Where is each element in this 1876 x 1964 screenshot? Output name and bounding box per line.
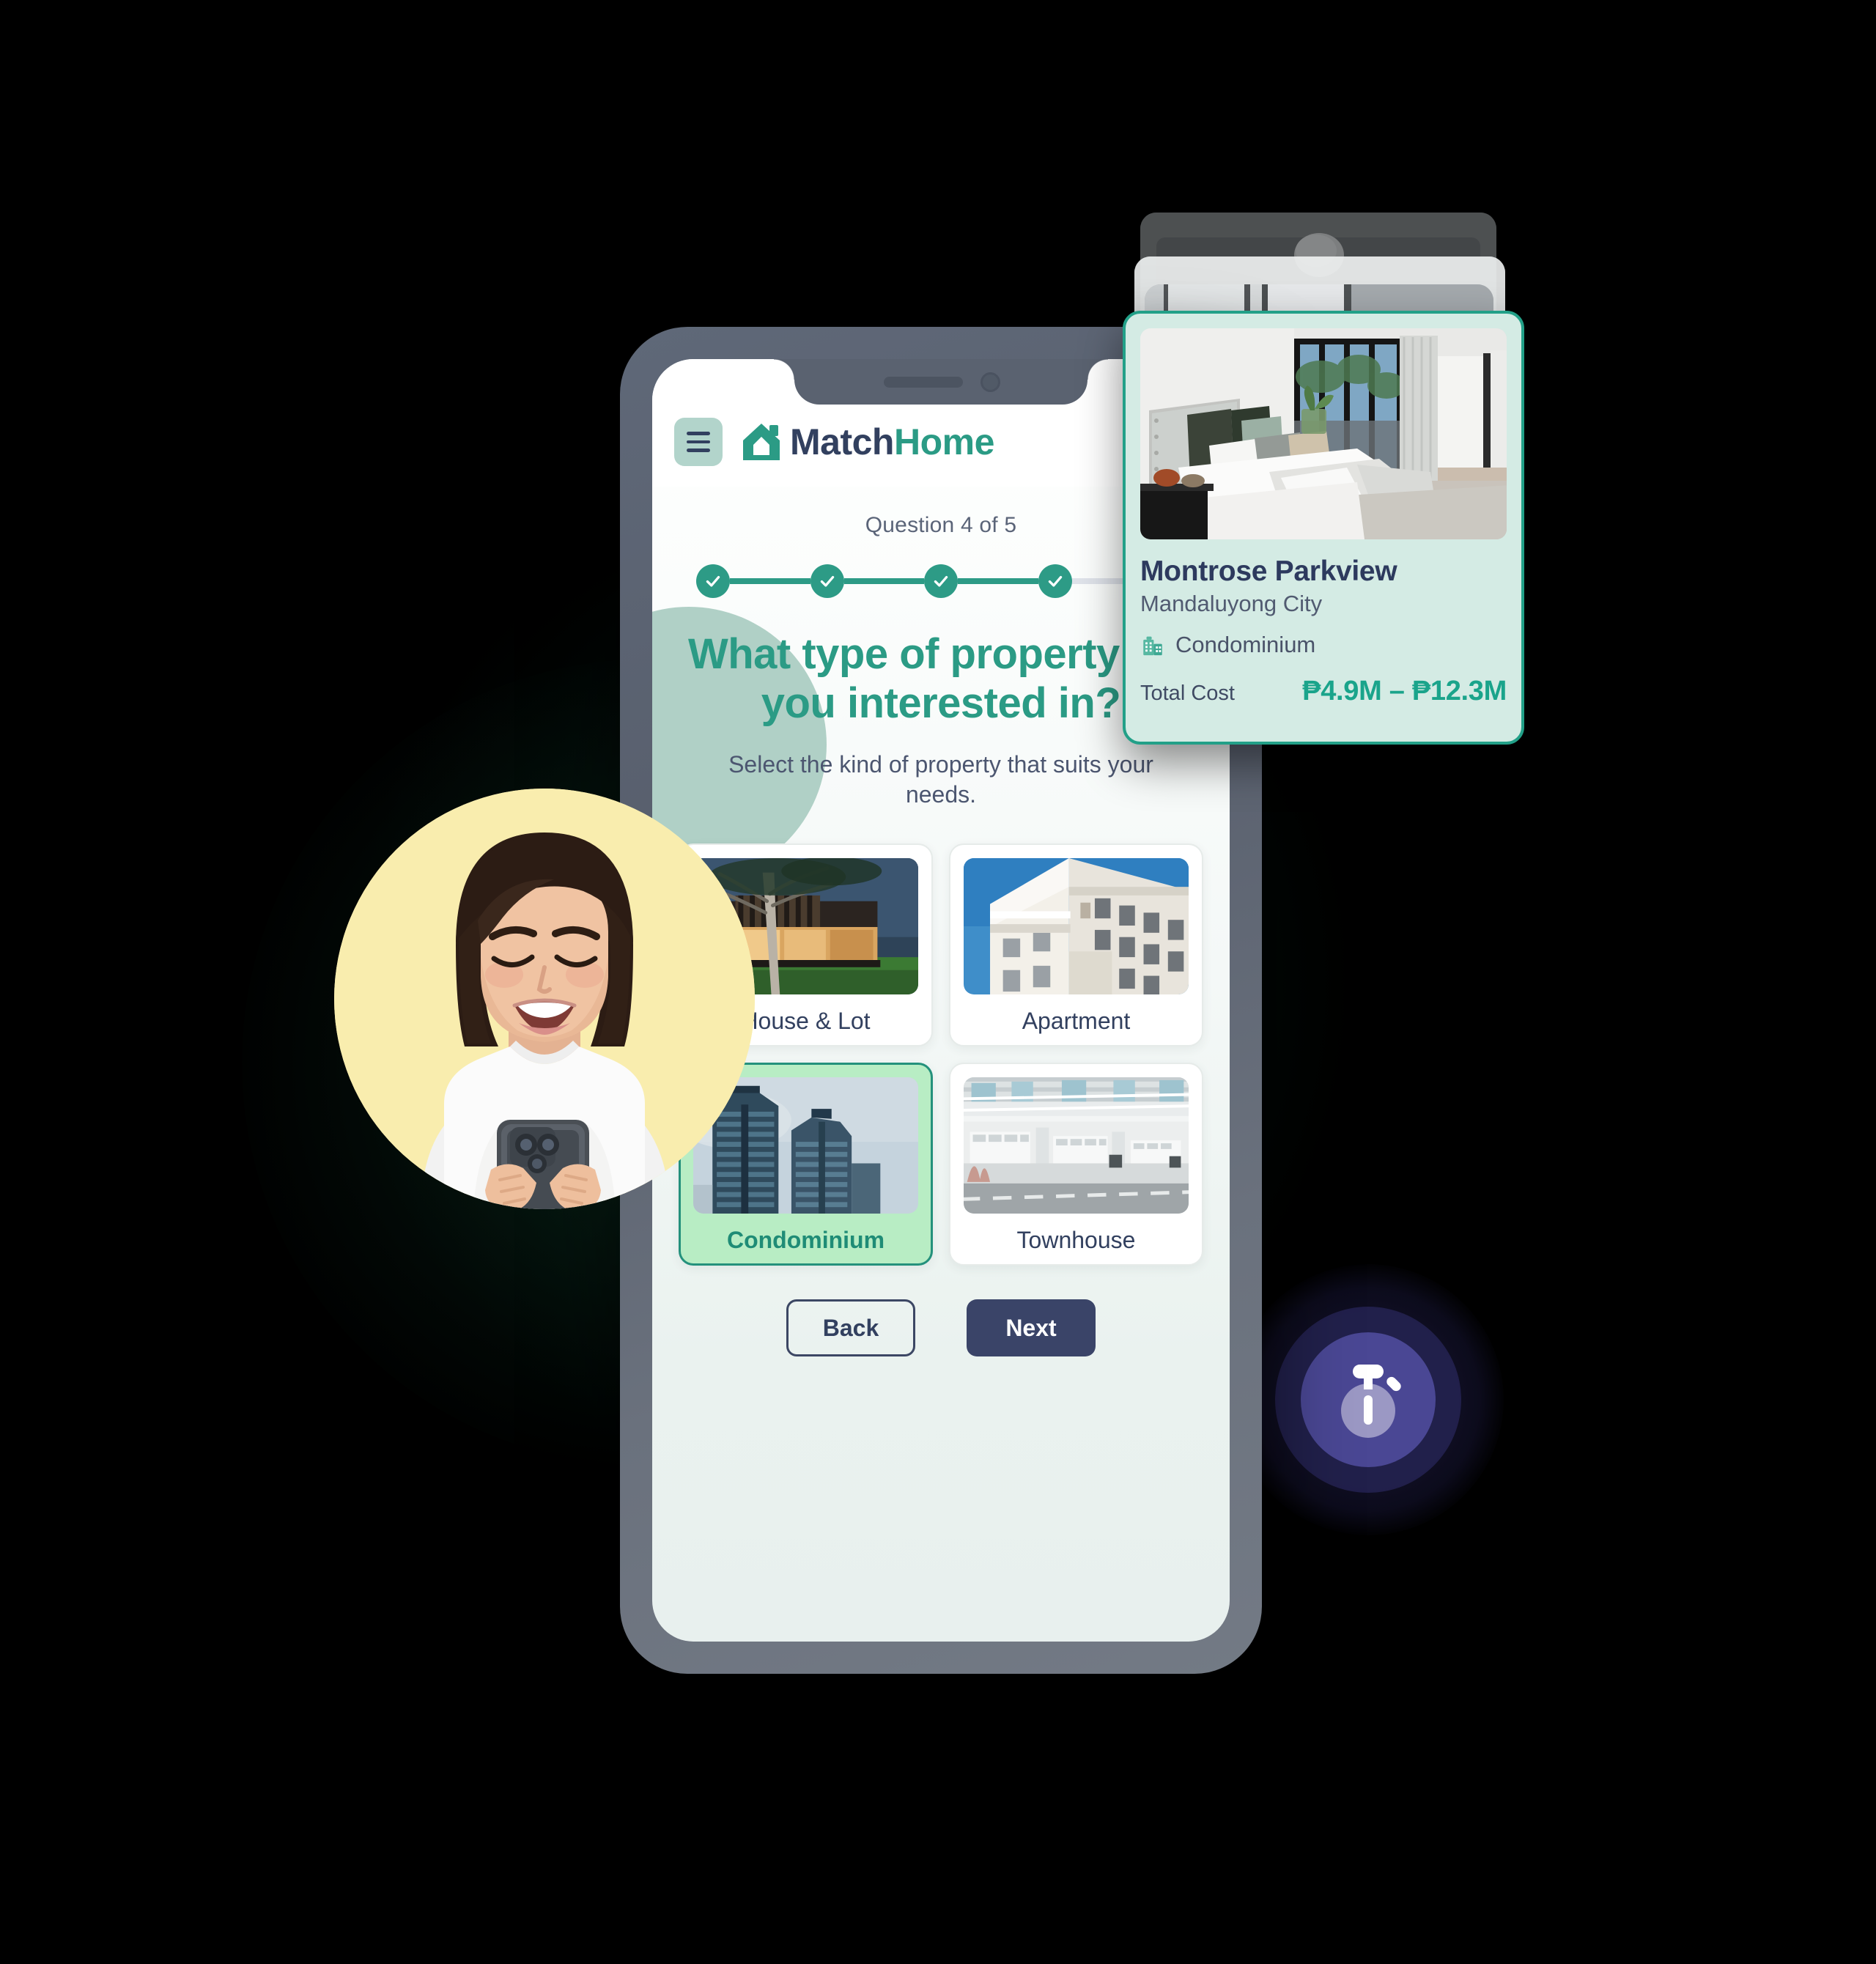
option-image-apartment: [964, 858, 1189, 995]
progress-segment-1: [730, 578, 810, 584]
progress-step-3[interactable]: [924, 564, 958, 598]
progress-segment-2: [843, 578, 924, 584]
option-card-townhouse[interactable]: Townhouse: [949, 1063, 1203, 1266]
property-card-cost-label: Total Cost: [1140, 682, 1235, 705]
question-subtitle: Select the kind of property that suits y…: [728, 751, 1153, 808]
property-card-type-label: Condominium: [1175, 632, 1316, 657]
front-camera-icon: [981, 372, 1000, 392]
back-button[interactable]: Back: [786, 1299, 915, 1357]
page-root: MatchHome Question 4 of 5 What type of p…: [0, 0, 1876, 1964]
option-card-apartment[interactable]: Apartment: [949, 843, 1203, 1047]
progress-step-1[interactable]: [696, 564, 730, 598]
brand-logo-group[interactable]: MatchHome: [740, 421, 994, 463]
brand-home-text: Home: [893, 421, 994, 462]
property-type-options: House & Lot Apartment Condominium Townho…: [679, 843, 1203, 1266]
property-card-type-row: Condominium: [1140, 632, 1507, 658]
building-icon: [1143, 636, 1162, 656]
option-label-townhouse: Townhouse: [1016, 1227, 1136, 1254]
townhouse-row-photo: [964, 1077, 1189, 1214]
apartment-building-photo: [964, 858, 1189, 995]
progress-step-2[interactable]: [810, 564, 844, 598]
house-icon: [743, 424, 780, 460]
question-title-line1: What type of property are: [687, 630, 1194, 678]
progress-stepper: [696, 564, 1186, 598]
check-icon: [1048, 575, 1062, 587]
hamburger-menu-button[interactable]: [674, 418, 723, 466]
stopwatch-icon: [1329, 1360, 1408, 1439]
property-card-city: Mandaluyong City: [1140, 591, 1323, 616]
stopwatch-badge[interactable]: [1301, 1332, 1436, 1467]
check-icon: [706, 575, 720, 587]
property-card-cost-value: ₱4.9M – ₱12.3M: [1302, 676, 1507, 706]
speaker-grille: [884, 377, 963, 388]
brand-match-text: Match: [790, 421, 894, 462]
option-label-condominium: Condominium: [726, 1227, 885, 1254]
phone-notch: [774, 359, 1108, 405]
option-label-apartment: Apartment: [1022, 1008, 1131, 1035]
next-button[interactable]: Next: [967, 1299, 1096, 1357]
check-icon: [934, 575, 948, 587]
wizard-navigation: Back Next: [679, 1299, 1203, 1357]
progress-step-4[interactable]: [1038, 564, 1072, 598]
property-card[interactable]: Montrose Parkview Mandaluyong City Condo…: [1123, 311, 1524, 745]
bedroom-interior-photo: [1140, 328, 1507, 539]
option-label-house-and-lot: House & Lot: [741, 1008, 871, 1035]
avatar: [334, 789, 755, 1209]
property-card-title: Montrose Parkview: [1140, 555, 1397, 587]
progress-segment-3: [958, 578, 1038, 584]
property-card-image: [1140, 328, 1507, 539]
smiling-woman-holding-phone-photo: [334, 789, 755, 1209]
question-title-line2: you interested in?: [761, 679, 1121, 727]
property-card-cost-row: Total Cost ₱4.9M – ₱12.3M: [1140, 676, 1507, 707]
check-icon: [820, 575, 834, 587]
hamburger-menu-icon: [687, 432, 710, 435]
option-image-townhouse: [964, 1077, 1189, 1214]
brand-title: MatchHome: [790, 421, 994, 463]
